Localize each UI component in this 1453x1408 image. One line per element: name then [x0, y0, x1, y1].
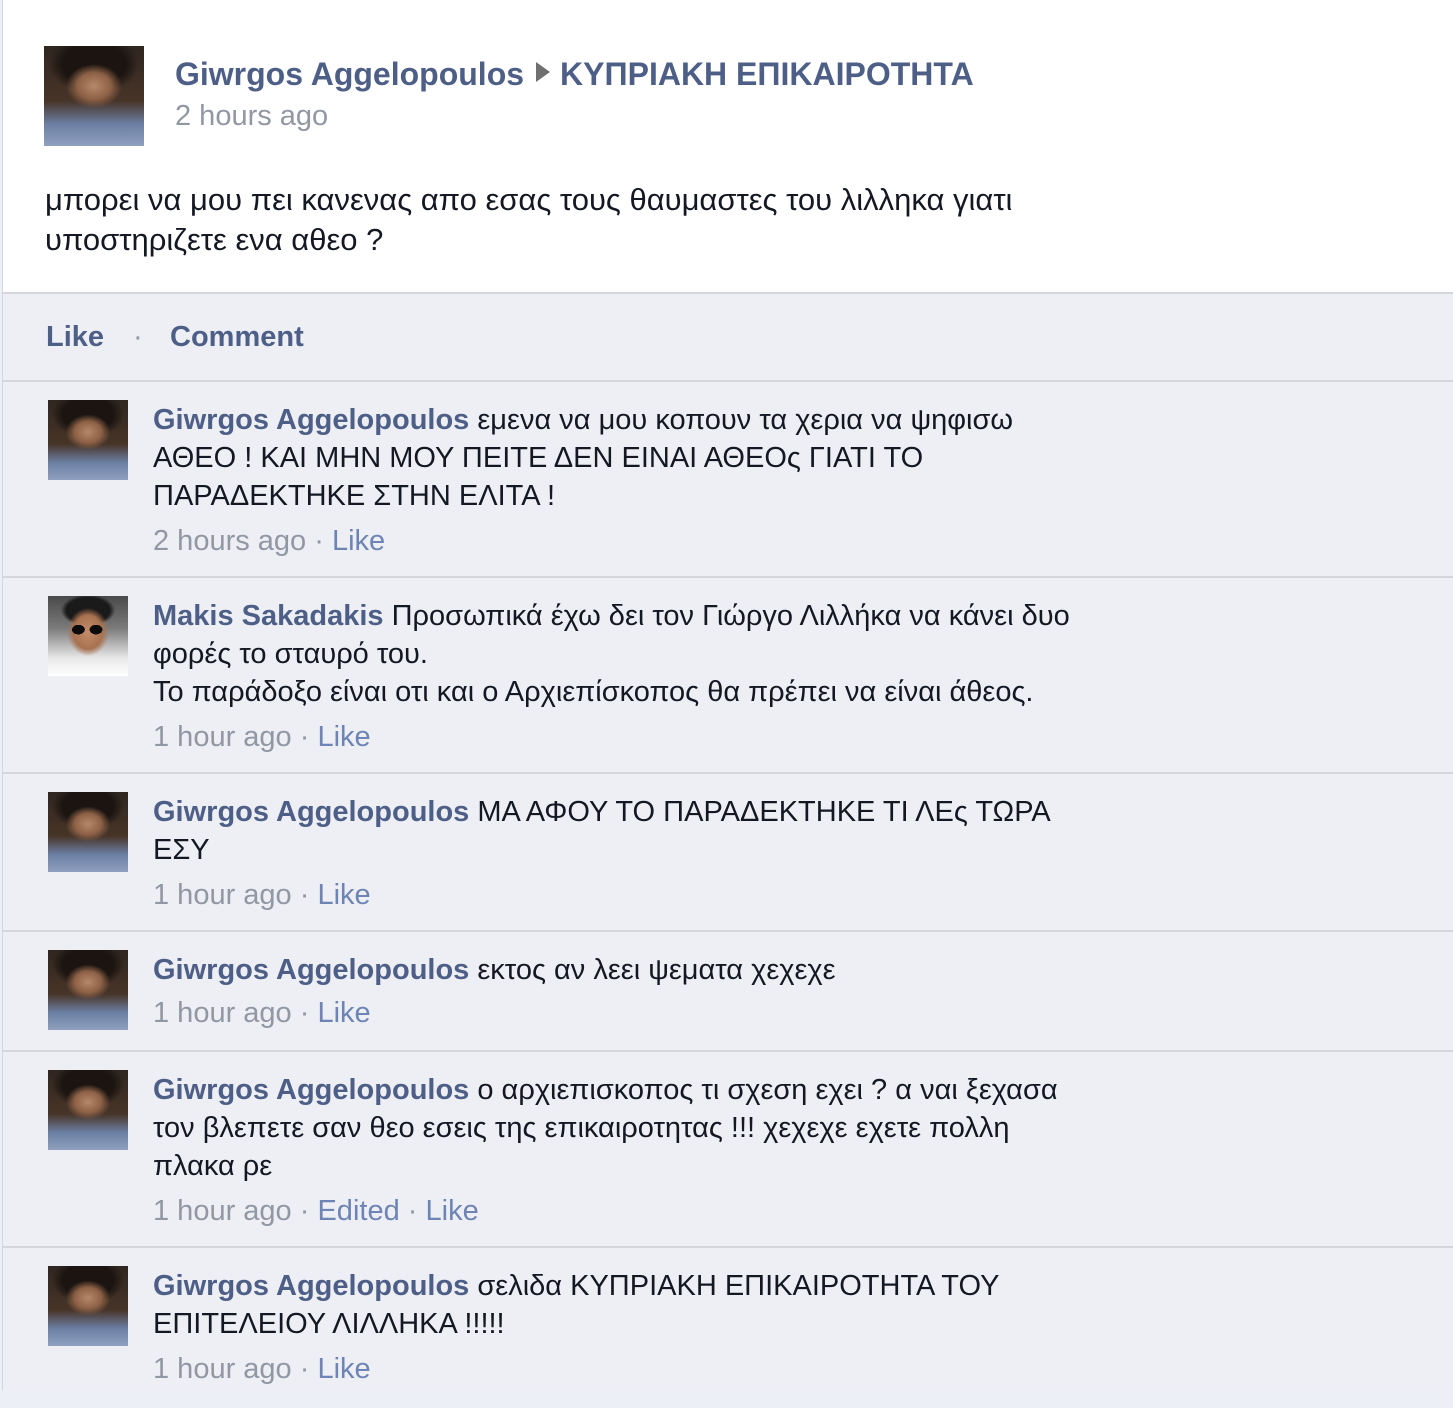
commenter-avatar[interactable]	[48, 792, 128, 872]
comment-meta: 1 hour ago · Like	[153, 879, 371, 912]
commenter-avatar[interactable]	[48, 1266, 128, 1346]
comment-item: Giwrgos Aggelopoulos εμενα να μου κοπουν…	[3, 382, 1453, 578]
meta-separator: ·	[299, 997, 310, 1029]
story-text: μπορει να μου πει κανενας απο εσας τους …	[45, 180, 1175, 260]
story-text-line: υποστηριζετε ενα αθεο ?	[45, 222, 384, 257]
story-timestamp[interactable]: 2 hours ago	[175, 100, 328, 133]
story-title: Giwrgos Aggelopoulos ΚΥΠΡΙΑΚΗ ΕΠΙΚΑΙΡΟΤΗΤ…	[175, 56, 974, 93]
comment-body: Giwrgos Aggelopoulos ο αρχιεπισκοπος τι …	[153, 1071, 1093, 1185]
comment-item: Giwrgos Aggelopoulos σελιδα ΚΥΠΡΙΑΚΗ ΕΠΙ…	[3, 1248, 1453, 1408]
story-text-line: μπορει να μου πει κανενας απο εσας τους …	[45, 182, 1013, 217]
like-button[interactable]: Like	[46, 321, 104, 354]
commenter-name[interactable]: Giwrgos Aggelopoulos	[153, 404, 469, 436]
comment-like-button[interactable]: Like	[426, 1195, 479, 1227]
meta-separator: ·	[407, 1195, 418, 1227]
commenter-avatar[interactable]	[48, 950, 128, 1030]
comment-meta: 1 hour ago · Like	[153, 997, 371, 1030]
comment-timestamp[interactable]: 1 hour ago	[153, 997, 292, 1029]
commenter-avatar[interactable]	[48, 596, 128, 676]
meta-separator: ·	[299, 1195, 310, 1227]
author-avatar[interactable]	[44, 46, 144, 146]
comment-text: Το παράδοξο είναι οτι και ο Αρχιεπίσκοπο…	[153, 676, 1034, 708]
comment-like-button[interactable]: Like	[317, 997, 370, 1029]
target-page-link[interactable]: ΚΥΠΡΙΑΚΗ ΕΠΙΚΑΙΡΟΤΗΤΑ	[560, 56, 974, 92]
comment-text: εκτος αν λεει ψεματα χεχεχε	[477, 954, 836, 986]
comment-meta: 1 hour ago · Edited · Like	[153, 1195, 479, 1228]
comment-item: Giwrgos Aggelopoulos ο αρχιεπισκοπος τι …	[3, 1052, 1453, 1248]
comment-body: Giwrgos Aggelopoulos ΜΑ ΑΦΟΥ ΤΟ ΠΑΡΑΔΕΚΤ…	[153, 793, 1093, 869]
comment-body: Giwrgos Aggelopoulos σελιδα ΚΥΠΡΙΑΚΗ ΕΠΙ…	[153, 1267, 1093, 1343]
commenter-name[interactable]: Giwrgos Aggelopoulos	[153, 1074, 469, 1106]
commenter-name[interactable]: Giwrgos Aggelopoulos	[153, 954, 469, 986]
feed-story: Giwrgos Aggelopoulos ΚΥΠΡΙΑΚΗ ΕΠΙΚΑΙΡΟΤΗΤ…	[2, 0, 1453, 1390]
commenter-avatar[interactable]	[48, 1070, 128, 1150]
comment-item: Giwrgos Aggelopoulos εκτος αν λεει ψεματ…	[3, 932, 1453, 1052]
story-actions: Like · Comment	[3, 294, 1453, 382]
comment-body: Giwrgos Aggelopoulos εκτος αν λεει ψεματ…	[153, 951, 1093, 989]
comment-button[interactable]: Comment	[170, 321, 304, 354]
meta-separator: ·	[299, 721, 310, 753]
comment-item: Makis Sakadakis Προσωπικά έχω δει τον Γι…	[3, 578, 1453, 774]
comment-meta: 1 hour ago · Like	[153, 721, 371, 754]
action-separator: ·	[133, 321, 143, 353]
comment-body: Makis Sakadakis Προσωπικά έχω δει τον Γι…	[153, 597, 1093, 711]
story-header: Giwrgos Aggelopoulos ΚΥΠΡΙΑΚΗ ΕΠΙΚΑΙΡΟΤΗΤ…	[3, 0, 1453, 294]
comment-timestamp[interactable]: 2 hours ago	[153, 525, 306, 557]
meta-separator: ·	[314, 525, 324, 557]
comment-like-button[interactable]: Like	[317, 721, 370, 753]
triangle-right-icon	[536, 62, 551, 82]
author-link[interactable]: Giwrgos Aggelopoulos	[175, 56, 524, 92]
commenter-avatar[interactable]	[48, 400, 128, 480]
meta-separator: ·	[299, 879, 310, 911]
comment-timestamp[interactable]: 1 hour ago	[153, 1195, 292, 1227]
comment-timestamp[interactable]: 1 hour ago	[153, 1353, 292, 1385]
comment-like-button[interactable]: Like	[332, 525, 385, 557]
commenter-name[interactable]: Giwrgos Aggelopoulos	[153, 1270, 469, 1302]
comment-timestamp[interactable]: 1 hour ago	[153, 879, 292, 911]
comment-edited-link[interactable]: Edited	[317, 1195, 399, 1227]
comment-body: Giwrgos Aggelopoulos εμενα να μου κοπουν…	[153, 401, 1093, 515]
meta-separator: ·	[299, 1353, 310, 1385]
commenter-name[interactable]: Giwrgos Aggelopoulos	[153, 796, 469, 828]
comment-meta: 1 hour ago · Like	[153, 1353, 371, 1386]
commenter-name[interactable]: Makis Sakadakis	[153, 600, 384, 632]
comment-meta: 2 hours ago · Like	[153, 525, 385, 558]
comment-like-button[interactable]: Like	[317, 1353, 370, 1385]
comment-timestamp[interactable]: 1 hour ago	[153, 721, 292, 753]
comment-item: Giwrgos Aggelopoulos ΜΑ ΑΦΟΥ ΤΟ ΠΑΡΑΔΕΚΤ…	[3, 774, 1453, 932]
comment-like-button[interactable]: Like	[317, 879, 370, 911]
